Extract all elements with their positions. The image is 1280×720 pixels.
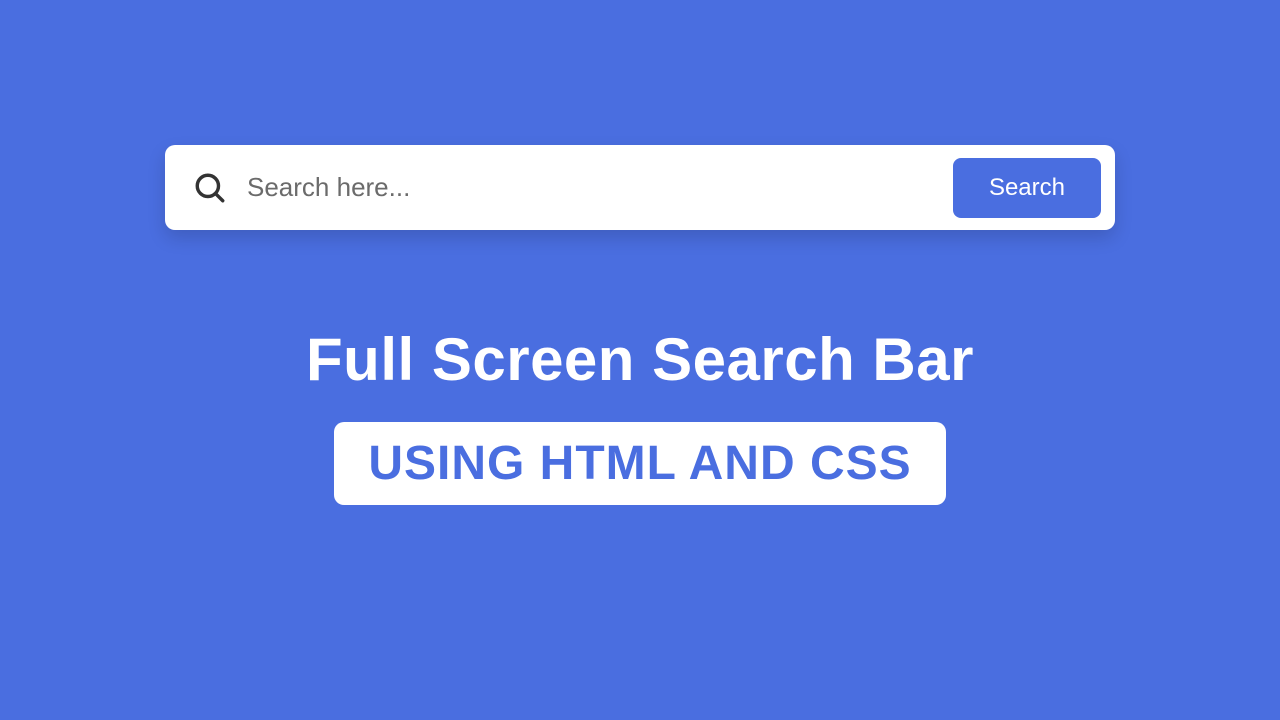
search-input[interactable]	[247, 172, 953, 203]
subtitle-text: USING HTML AND CSS	[368, 436, 911, 491]
search-button[interactable]: Search	[953, 158, 1101, 218]
page-title: Full Screen Search Bar	[306, 325, 974, 394]
subtitle-box: USING HTML AND CSS	[334, 422, 945, 505]
search-bar: Search	[165, 145, 1115, 230]
title-section: Full Screen Search Bar USING HTML AND CS…	[306, 325, 974, 505]
search-icon	[193, 171, 227, 205]
